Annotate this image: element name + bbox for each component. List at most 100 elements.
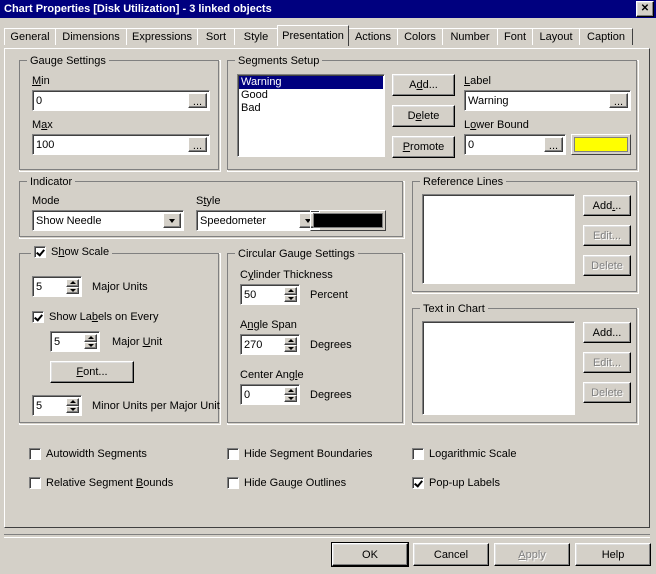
major-unit-stepper[interactable]: 5: [50, 331, 100, 352]
stepper-up-icon[interactable]: [66, 398, 79, 406]
tab-colors[interactable]: Colors: [397, 28, 443, 45]
stepper-buttons[interactable]: [66, 398, 79, 413]
list-item[interactable]: Good: [239, 89, 383, 102]
footer-divider: [4, 534, 650, 538]
stepper-up-icon[interactable]: [284, 387, 297, 395]
tab-label: General: [10, 31, 50, 43]
max-input[interactable]: 100 ...: [32, 134, 210, 155]
tab-number[interactable]: Number: [442, 28, 498, 45]
tab-caption[interactable]: Caption: [579, 28, 633, 45]
stepper-buttons[interactable]: [84, 334, 97, 349]
segment-add-button[interactable]: Add...: [392, 74, 455, 96]
list-item[interactable]: Warning: [239, 76, 383, 89]
stepper-up-icon[interactable]: [284, 337, 297, 345]
segment-label-browse-button[interactable]: ...: [609, 93, 628, 108]
angle-span-stepper[interactable]: 270: [240, 334, 300, 355]
segment-label-caption: Label: [464, 75, 491, 87]
lower-bound-input[interactable]: 0 ...: [464, 134, 566, 155]
option-popup-labels[interactable]: Pop-up Labels: [412, 477, 500, 489]
tab-layout[interactable]: Layout: [532, 28, 580, 45]
tab-general[interactable]: General: [4, 28, 56, 45]
tab-sort[interactable]: Sort: [197, 28, 235, 45]
segment-promote-button[interactable]: Promote: [392, 136, 455, 158]
stepper-down-icon[interactable]: [284, 344, 297, 352]
segments-listbox[interactable]: Warning Good Bad: [237, 74, 385, 157]
tab-presentation[interactable]: Presentation: [277, 25, 349, 46]
scale-font-button[interactable]: Font...: [50, 361, 134, 383]
segment-color-swatch[interactable]: [571, 134, 631, 155]
reference-lines-listbox[interactable]: [422, 194, 575, 284]
stepper-buttons[interactable]: [284, 387, 297, 402]
cancel-label: Cancel: [433, 548, 469, 561]
tab-actions[interactable]: Actions: [348, 28, 398, 45]
stepper-down-icon[interactable]: [284, 394, 297, 402]
lower-bound-browse-button[interactable]: ...: [544, 137, 563, 152]
tab-dimensions[interactable]: Dimensions: [55, 28, 127, 45]
cylinder-thickness-stepper[interactable]: 50: [240, 284, 300, 305]
text-in-chart-listbox[interactable]: [422, 321, 575, 415]
group-indicator: Indicator Mode Show Needle Style Speedom…: [19, 176, 405, 239]
minor-units-label: Minor Units per Major Unit: [92, 400, 220, 412]
tab-label: Style: [243, 31, 269, 43]
minor-units-value: 5: [36, 399, 43, 412]
option-autowidth-segments[interactable]: Autowidth Segments: [29, 448, 147, 460]
stepper-up-icon[interactable]: [284, 287, 297, 295]
style-combo[interactable]: Speedometer: [196, 210, 320, 231]
stepper-down-icon[interactable]: [66, 286, 79, 294]
segment-delete-button[interactable]: Delete: [392, 105, 455, 127]
indicator-color-swatch[interactable]: [310, 210, 386, 231]
show-labels-checkbox[interactable]: Show Labels on Every: [32, 311, 158, 323]
stepper-up-icon[interactable]: [84, 334, 97, 342]
mode-label: Mode: [32, 195, 60, 207]
text-in-chart-delete-label: Delete: [591, 386, 623, 399]
group-circular-gauge-settings: Circular Gauge Settings Cylinder Thickne…: [227, 248, 405, 425]
reference-lines-add-button[interactable]: Add...: [583, 195, 631, 216]
stepper-down-icon[interactable]: [84, 341, 97, 349]
stepper-down-icon[interactable]: [66, 405, 79, 413]
option-relative-segment-bounds[interactable]: Relative Segment Bounds: [29, 477, 173, 489]
option-logarithmic-scale[interactable]: Logarithmic Scale: [412, 448, 516, 460]
cancel-button[interactable]: Cancel: [413, 543, 489, 566]
tab-label: Expressions: [132, 31, 192, 43]
reference-lines-add-label: Add...: [592, 199, 622, 212]
tab-expressions[interactable]: Expressions: [126, 28, 198, 45]
group-indicator-caption: Indicator: [27, 176, 76, 188]
ok-button[interactable]: OK: [332, 543, 408, 566]
option-hide-segment-boundaries[interactable]: Hide Segment Boundaries: [227, 448, 372, 460]
chevron-down-icon[interactable]: [163, 213, 181, 228]
center-angle-label: Center Angle: [240, 369, 304, 381]
min-input[interactable]: 0 ...: [32, 90, 210, 111]
tab-label: Caption: [587, 31, 625, 43]
show-scale-checkbox[interactable]: Show Scale: [31, 246, 113, 258]
title-bar: Chart Properties [Disk Utilization] - 3 …: [0, 0, 656, 18]
mode-combo[interactable]: Show Needle: [32, 210, 184, 231]
group-reference-lines-caption: Reference Lines: [420, 176, 507, 188]
segment-label-input[interactable]: Warning ...: [464, 90, 631, 111]
option-label: Hide Gauge Outlines: [244, 477, 347, 489]
help-button[interactable]: Help: [575, 543, 651, 566]
close-icon[interactable]: ✕: [636, 1, 654, 17]
stepper-buttons[interactable]: [284, 337, 297, 352]
text-in-chart-edit-label: Edit...: [592, 356, 622, 369]
stepper-buttons[interactable]: [284, 287, 297, 302]
checkbox-box: [412, 477, 424, 489]
option-hide-gauge-outlines[interactable]: Hide Gauge Outlines: [227, 477, 346, 489]
major-units-stepper[interactable]: 5: [32, 276, 82, 297]
list-item[interactable]: Bad: [239, 102, 383, 115]
min-browse-button[interactable]: ...: [188, 93, 207, 108]
tab-style[interactable]: Style: [234, 28, 278, 45]
checkbox-box: [32, 311, 44, 323]
text-in-chart-add-button[interactable]: Add...: [583, 322, 631, 343]
minor-units-stepper[interactable]: 5: [32, 395, 82, 416]
center-angle-stepper[interactable]: 0: [240, 384, 300, 405]
stepper-up-icon[interactable]: [66, 279, 79, 287]
stepper-down-icon[interactable]: [284, 294, 297, 302]
apply-button: Apply: [494, 543, 570, 566]
tab-panel-presentation: Gauge Settings Min 0 ... Max 100 ... Seg…: [4, 48, 650, 528]
tab-font[interactable]: Font: [497, 28, 533, 45]
max-browse-button[interactable]: ...: [188, 137, 207, 152]
show-labels-label: Show Labels on Every: [49, 311, 159, 323]
stepper-buttons[interactable]: [66, 279, 79, 294]
max-value: 100: [36, 138, 55, 151]
help-label: Help: [601, 548, 625, 561]
